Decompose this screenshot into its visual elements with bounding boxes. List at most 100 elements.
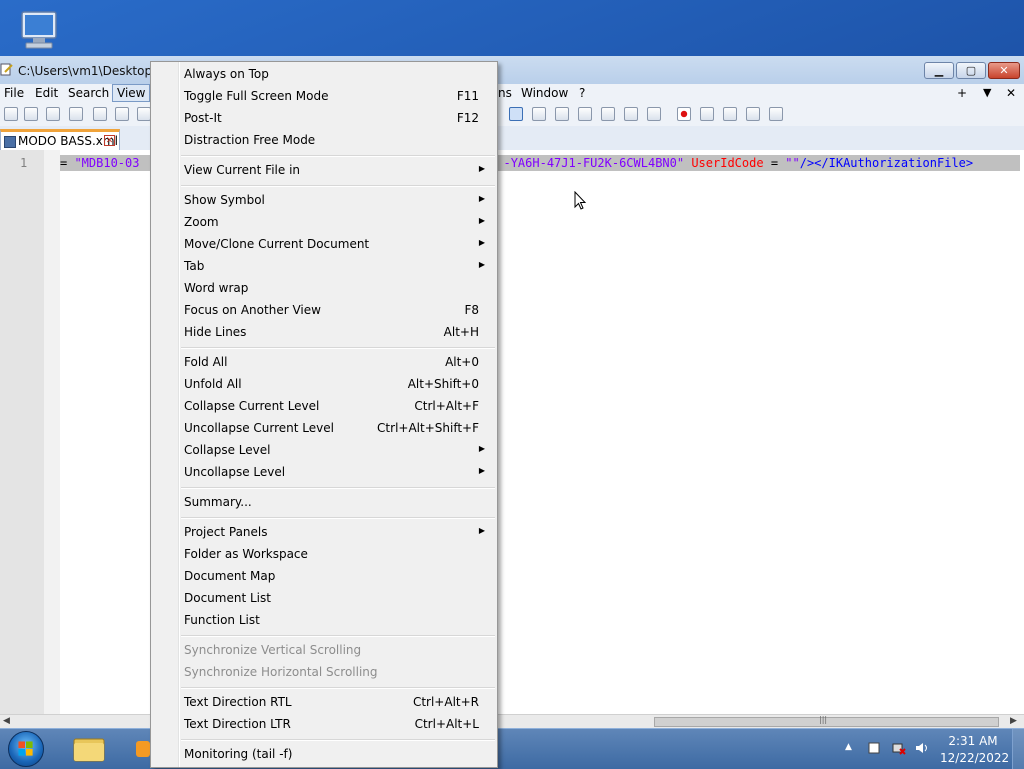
user-language-icon[interactable] xyxy=(532,107,546,121)
menu-item-zoom[interactable]: Zoom ▶ xyxy=(153,211,495,233)
menu-help[interactable]: ? xyxy=(575,85,589,101)
saved-file-icon xyxy=(4,136,16,148)
menu-item-distraction-free[interactable]: Distraction Free Mode xyxy=(153,129,495,151)
play-macro-icon[interactable] xyxy=(723,107,737,121)
menu-item-collapse-level[interactable]: Collapse Level ▶ xyxy=(153,439,495,461)
menu-separator xyxy=(181,687,495,689)
indent-guide-icon[interactable] xyxy=(509,107,523,121)
menu-separator xyxy=(181,635,495,637)
volume-icon[interactable] xyxy=(915,741,929,755)
tab-modo-bass[interactable]: MODO BASS.xml ✕ xyxy=(0,129,120,150)
menu-item-monitoring[interactable]: Monitoring (tail -f) xyxy=(153,743,495,765)
menu-file[interactable]: File xyxy=(0,85,28,101)
doc-list-icon[interactable] xyxy=(578,107,592,121)
show-hidden-icons-icon[interactable]: ▲ xyxy=(845,742,852,752)
menu-item-word-wrap[interactable]: Word wrap xyxy=(153,277,495,299)
show-desktop-button[interactable] xyxy=(1012,729,1024,769)
menu-separator xyxy=(181,739,495,741)
media-player-taskbar-icon[interactable] xyxy=(136,741,150,757)
code-segment: "MDB10-03 xyxy=(74,156,140,170)
menu-window[interactable]: Window xyxy=(517,85,572,101)
network-icon[interactable] xyxy=(892,741,906,755)
menu-item-post-it[interactable]: Post-It F12 xyxy=(153,107,495,129)
save-macro-icon[interactable] xyxy=(769,107,783,121)
windows-logo-icon xyxy=(18,741,33,756)
monitoring-icon[interactable] xyxy=(647,107,661,121)
menu-item-summary[interactable]: Summary... xyxy=(153,491,495,513)
save-icon[interactable] xyxy=(46,107,60,121)
fold-margin[interactable] xyxy=(44,150,60,714)
new-tab-button[interactable]: + xyxy=(953,85,971,101)
menu-item-view-current-file-in[interactable]: View Current File in ▶ xyxy=(153,159,495,181)
submenu-arrow-icon: ▶ xyxy=(478,260,485,269)
maximize-button[interactable]: ▢ xyxy=(956,62,986,79)
menu-item-move-clone-document[interactable]: Move/Clone Current Document ▶ xyxy=(153,233,495,255)
menu-edit[interactable]: Edit xyxy=(31,85,62,101)
doc-map-icon[interactable] xyxy=(555,107,569,121)
submenu-arrow-icon: ▶ xyxy=(478,194,485,203)
menu-item-sync-vertical-scrolling: Synchronize Vertical Scrolling xyxy=(184,643,362,657)
submenu-arrow-icon: ▶ xyxy=(478,444,485,453)
submenu-arrow-icon: ▶ xyxy=(478,526,485,535)
menu-item-sync-horizontal-scrolling: Synchronize Horizontal Scrolling xyxy=(184,665,378,679)
menu-separator xyxy=(181,155,495,157)
scrollbar-thumb[interactable]: ||| xyxy=(654,715,999,727)
menu-item-tab[interactable]: Tab ▶ xyxy=(153,255,495,277)
menu-item-always-on-top[interactable]: Always on Top xyxy=(153,63,495,85)
menu-item-fold-all[interactable]: Fold All Alt+0 xyxy=(153,351,495,373)
menu-item-uncollapse-current-level[interactable]: Uncollapse Current Level Ctrl+Alt+Shift+F xyxy=(153,417,495,439)
menu-item-folder-as-workspace[interactable]: Folder as Workspace xyxy=(153,543,495,565)
clock-date[interactable]: 12/22/2022 xyxy=(940,751,1009,765)
menu-item-show-symbol[interactable]: Show Symbol ▶ xyxy=(153,189,495,211)
menu-item-text-direction-ltr[interactable]: Text Direction LTR Ctrl+Alt+L xyxy=(153,713,495,735)
menu-item-text-direction-rtl[interactable]: Text Direction RTL Ctrl+Alt+R xyxy=(153,691,495,713)
window-title: C:\Users\vm1\Desktop\M xyxy=(18,64,167,78)
menu-item-function-list[interactable]: Function List xyxy=(153,609,495,631)
mouse-cursor-icon xyxy=(574,191,587,210)
menu-item-focus-another-view[interactable]: Focus on Another View F8 xyxy=(153,299,495,321)
menu-view[interactable]: View xyxy=(112,84,151,102)
record-macro-icon[interactable] xyxy=(677,107,691,121)
submenu-arrow-icon: ▶ xyxy=(478,466,485,475)
menu-item-unfold-all[interactable]: Unfold All Alt+Shift+0 xyxy=(153,373,495,395)
clock-time[interactable]: 2:31 AM xyxy=(940,734,1006,748)
menu-separator xyxy=(181,347,495,349)
line-number: 1 xyxy=(20,156,28,170)
menu-item-collapse-current-level[interactable]: Collapse Current Level Ctrl+Alt+F xyxy=(153,395,495,417)
computer-icon[interactable] xyxy=(14,10,64,54)
print-icon[interactable] xyxy=(137,107,151,121)
line-number-gutter: 1 xyxy=(0,150,44,714)
menu-item-hide-lines[interactable]: Hide Lines Alt+H xyxy=(153,321,495,343)
code-segment: = xyxy=(60,156,75,170)
scroll-right-icon[interactable]: ▶ xyxy=(1010,716,1017,726)
start-button[interactable] xyxy=(8,731,44,767)
open-file-icon[interactable] xyxy=(24,107,38,121)
menu-item-document-list[interactable]: Document List xyxy=(153,587,495,609)
folder-workspace-icon[interactable] xyxy=(624,107,638,121)
explorer-taskbar-icon[interactable] xyxy=(70,733,108,765)
stop-macro-icon[interactable] xyxy=(700,107,714,121)
tab-list-button[interactable]: ▼ xyxy=(979,85,995,101)
maximize-icon: ▢ xyxy=(965,64,977,77)
close-all-icon[interactable] xyxy=(115,107,129,121)
save-all-icon[interactable] xyxy=(69,107,83,121)
menu-search[interactable]: Search xyxy=(64,85,113,101)
menu-item-uncollapse-level[interactable]: Uncollapse Level ▶ xyxy=(153,461,495,483)
new-file-icon[interactable] xyxy=(4,107,18,121)
menu-item-project-panels[interactable]: Project Panels ▶ xyxy=(153,521,495,543)
close-window-button[interactable]: ✕ xyxy=(988,62,1020,79)
view-menu-dropdown: Always on Top Toggle Full Screen Mode F11… xyxy=(150,61,498,768)
tab-label: MODO BASS.xml xyxy=(18,134,118,148)
menu-item-toggle-full-screen[interactable]: Toggle Full Screen Mode F11 xyxy=(153,85,495,107)
function-list-icon[interactable] xyxy=(601,107,615,121)
tab-close-icon[interactable]: ✕ xyxy=(104,135,115,146)
close-file-icon[interactable] xyxy=(93,107,107,121)
close-document-button[interactable]: ✕ xyxy=(1002,85,1020,101)
menu-separator xyxy=(181,185,495,187)
scroll-left-icon[interactable]: ◀ xyxy=(3,716,10,726)
action-center-icon[interactable] xyxy=(867,741,881,755)
minimize-button[interactable]: ▁ xyxy=(924,62,954,79)
run-macro-multiple-icon[interactable] xyxy=(746,107,760,121)
menu-item-document-map[interactable]: Document Map xyxy=(153,565,495,587)
menu-separator xyxy=(181,487,495,489)
